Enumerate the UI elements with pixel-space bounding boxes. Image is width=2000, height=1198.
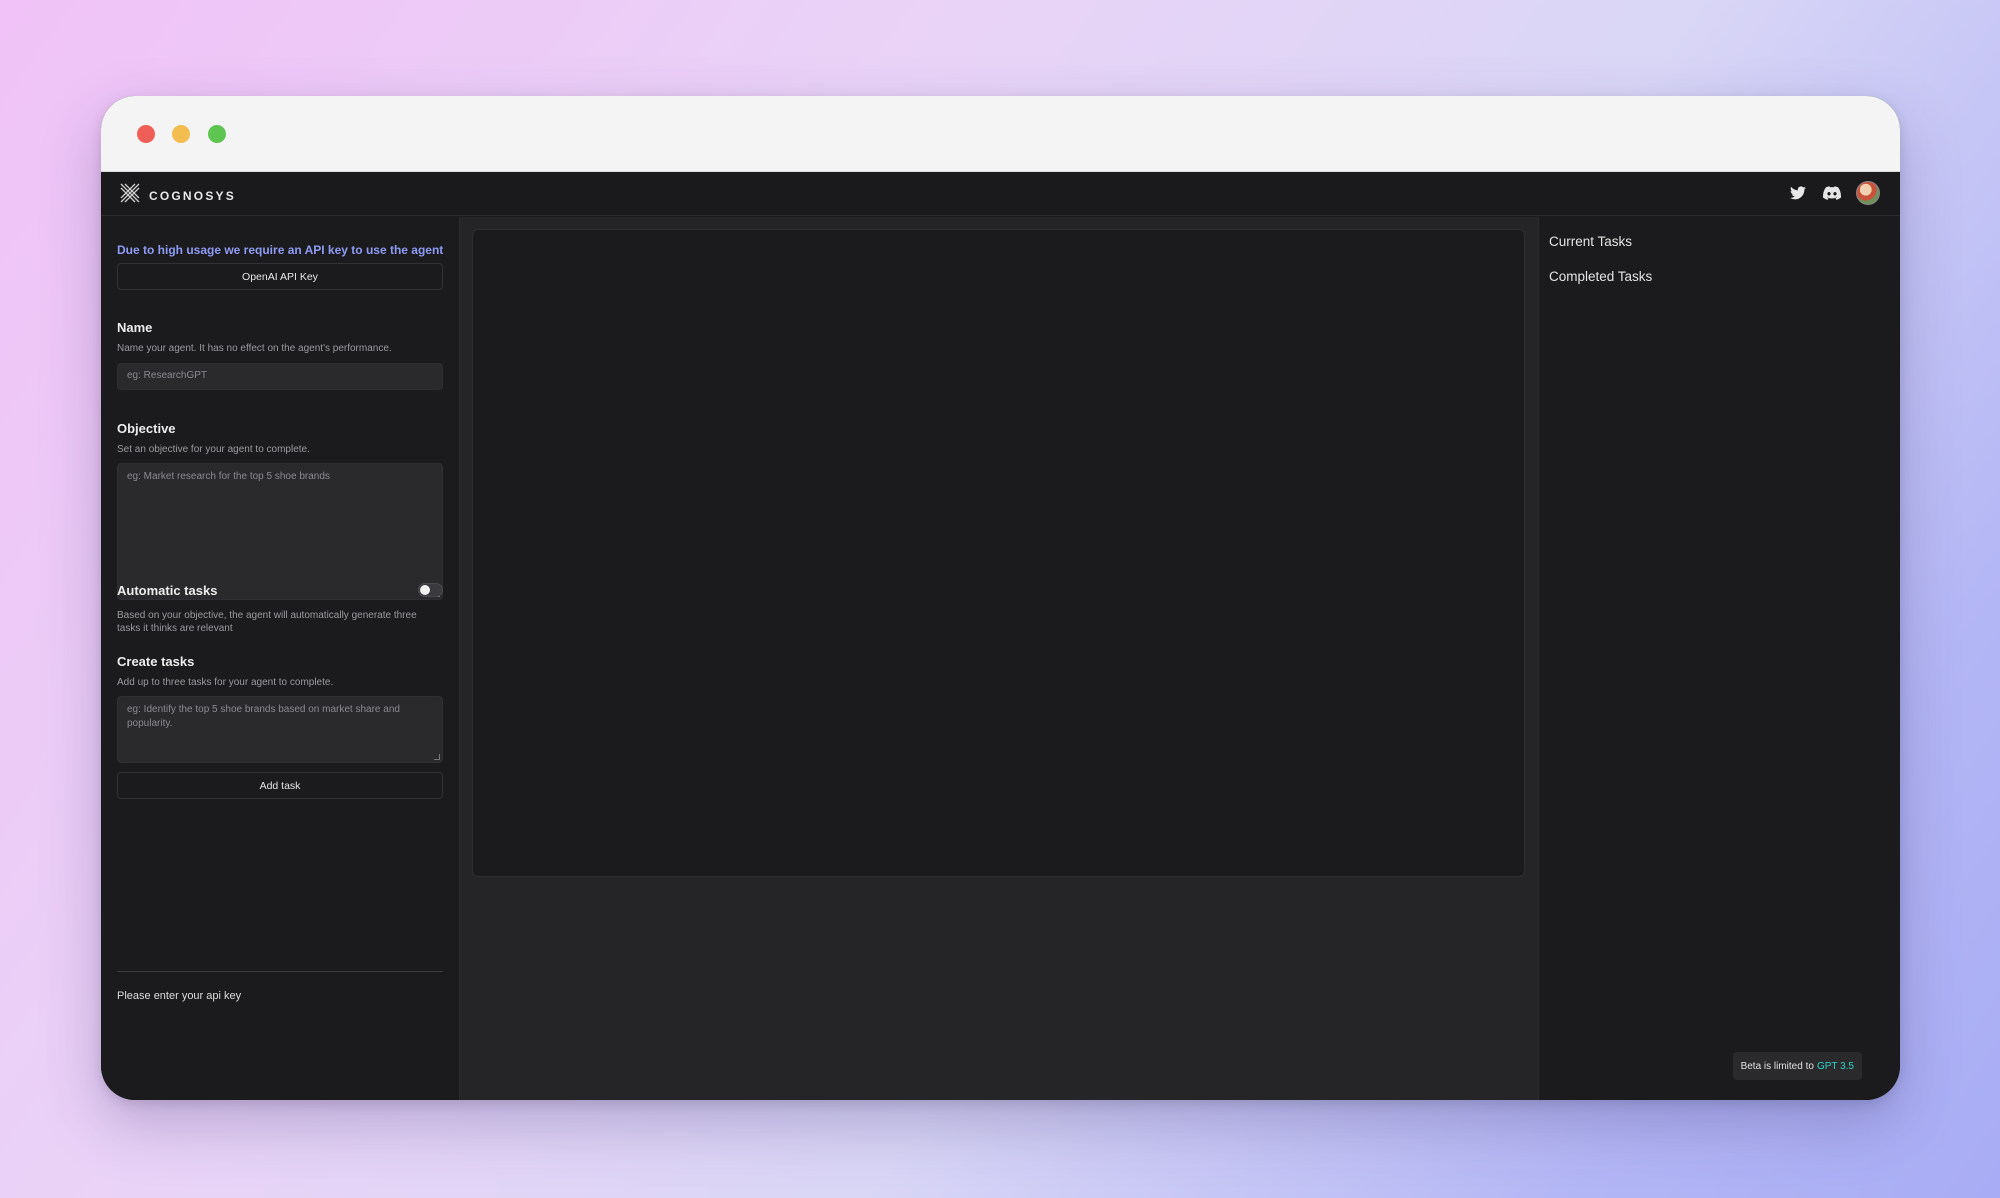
twitter-icon[interactable] [1788, 183, 1808, 203]
agent-output-canvas[interactable] [472, 229, 1525, 877]
task-textarea[interactable]: eg: Identify the top 5 shoe brands based… [117, 696, 443, 763]
task-placeholder: eg: Identify the top 5 shoe brands based… [127, 704, 400, 729]
create-tasks-description: Add up to three tasks for your agent to … [117, 677, 334, 688]
completed-tasks-heading[interactable]: Completed Tasks [1549, 269, 1652, 284]
automatic-tasks-description: Based on your objective, the agent will … [117, 610, 417, 634]
agent-config-panel: Due to high usage we require an API key … [101, 217, 460, 1100]
add-task-button[interactable]: Add task [117, 772, 443, 799]
current-tasks-heading[interactable]: Current Tasks [1549, 234, 1632, 249]
automatic-tasks-heading: Automatic tasks [117, 583, 218, 598]
agent-name-input[interactable]: eg: ResearchGPT [117, 363, 443, 390]
window-titlebar [101, 96, 1900, 172]
resize-handle-icon[interactable] [434, 754, 440, 760]
status-note: Please enter your api key [117, 990, 242, 1002]
maximize-window-button[interactable] [208, 125, 226, 143]
divider [117, 971, 443, 972]
cognosys-logo-icon [119, 182, 141, 209]
brand-name: COGNOSYS [149, 188, 236, 203]
toggle-knob [420, 585, 430, 595]
close-window-button[interactable] [137, 125, 155, 143]
api-key-warning: Due to high usage we require an API key … [117, 243, 444, 257]
beta-model-name: GPT 3.5 [1816, 1060, 1854, 1072]
name-heading: Name [117, 320, 153, 335]
name-description: Name your agent. It has no effect on the… [117, 343, 392, 354]
app-header: COGNOSYS [101, 172, 1900, 216]
beta-notice-text: Beta is limited to [1740, 1060, 1814, 1072]
discord-icon[interactable] [1822, 183, 1842, 203]
minimize-window-button[interactable] [172, 125, 190, 143]
main-area [460, 217, 1538, 1100]
objective-textarea[interactable]: eg: Market research for the top 5 shoe b… [117, 463, 443, 600]
objective-heading: Objective [117, 421, 176, 436]
beta-notice-badge: Beta is limited to GPT 3.5 [1732, 1052, 1862, 1080]
openai-api-key-button[interactable]: OpenAI API Key [117, 263, 443, 290]
user-avatar[interactable] [1856, 181, 1880, 205]
objective-description: Set an objective for your agent to compl… [117, 444, 310, 455]
create-tasks-heading: Create tasks [117, 654, 195, 669]
objective-placeholder: eg: Market research for the top 5 shoe b… [127, 471, 330, 482]
automatic-tasks-toggle[interactable] [418, 583, 443, 597]
tasks-panel: Current Tasks Completed Tasks Beta is li… [1538, 217, 1900, 1100]
app-window: COGNOSYS Due to high usage we require an… [101, 96, 1900, 1100]
brand-logo[interactable]: COGNOSYS [119, 182, 236, 209]
